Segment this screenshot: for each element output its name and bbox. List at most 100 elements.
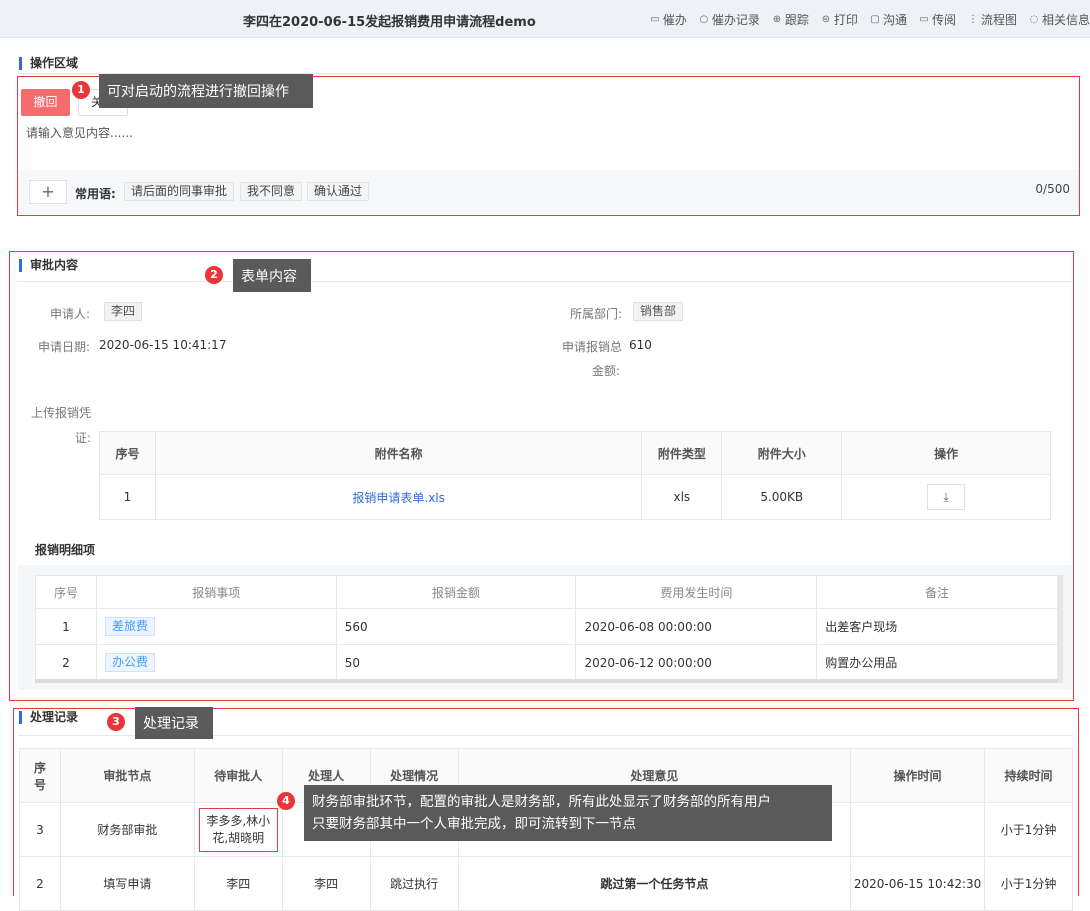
flowchart-label: 流程图 [980,13,1017,27]
pending-approvers-highlight: 李多多,林小 花,胡晓明 [198,807,278,852]
cell-no: 1 [35,608,97,645]
column-header: 附件大小 [721,431,843,475]
column-header: 序号 [35,575,97,609]
details-title: 报销明细项 [35,543,96,557]
flowchart-button[interactable]: ⋮ 流程图 [967,11,1017,28]
callout-3-badge: 3 [107,713,125,731]
divider [18,281,1073,282]
urge-button[interactable]: ▭ 催办 [649,11,687,28]
opinion-input[interactable]: 请输入意见内容...... [26,124,133,141]
printer-icon: ⊜ [821,14,831,25]
phrase-chip[interactable]: 请后面的同事审批 [124,182,235,201]
cell-status: 跳过执行 [369,856,459,911]
chat-icon: ▢ [870,14,880,25]
cell-pending: 李四 [193,856,283,911]
scrollbar[interactable] [1058,575,1063,683]
download-icon: ⤓ [943,490,949,504]
search-icon: ○ [699,14,709,25]
column-header: 审批节点 [59,748,195,803]
callout-1: 可对启动的流程进行撤回操作 [99,74,313,108]
callout-4-line-2: 只要财务部其中一个人审批完成，即可流转到下一节点 [312,816,636,832]
callout-2-badge: 2 [205,266,223,284]
column-header: 持续时间 [984,748,1073,803]
table-row: 1 差旅费 560 2020-06-08 00:00:00 出差客户现场 [35,608,1058,645]
cell-no: 1 [99,474,156,520]
recall-button[interactable]: 撤回 [21,89,70,116]
table-row: 1 报销申请表单.xls xls 5.00KB ⤓ [99,474,1051,520]
upload-label-1: 上传报销凭 [30,406,91,420]
cell-item: 办公费 [95,644,337,681]
phrase-chip[interactable]: 确认通过 [307,182,370,201]
date-value: 2020-06-15 10:41:17 [99,338,227,352]
cell-amount: 560 [335,608,577,645]
header-no-1: 序 [33,760,46,775]
urge-record-button[interactable]: ○ 催办记录 [698,11,760,28]
cell-pending: 李多多,林小 花,胡晓明 [193,802,283,857]
callout-4-badge: 4 [277,792,295,810]
callout-4-line-1: 财务部审批环节，配置的审批人是财务部，所有此处显示了财务部的所有用户 [312,794,771,810]
download-button[interactable]: ⤓ [927,484,966,510]
column-header: 费用发生时间 [575,575,818,609]
circulate-label: 传阅 [931,13,956,27]
callout-1-badge: 1 [72,81,90,99]
cell-handler: 李四 [281,856,371,911]
circulate-button[interactable]: ▭ 传阅 [918,11,956,28]
date-label: 申请日期: [37,340,90,354]
cell-no: 2 [19,856,61,911]
cell-node: 填写申请 [59,856,195,911]
attachments-table: 序号 附件名称 附件类型 附件大小 操作 1 报销申请表单.xls xls 5.… [99,431,1051,520]
common-phrases-label: 常用语: [75,187,116,201]
cell-time: 2020-06-12 00:00:00 [575,644,818,681]
communicate-label: 沟通 [882,13,907,27]
target-icon: ⊕ [772,14,782,25]
column-header: 报销事项 [95,575,337,609]
cell-no: 2 [35,644,97,681]
approval-section-title: 审批内容 [19,259,78,272]
callout-4: 财务部审批环节，配置的审批人是财务部，所有此处显示了财务部的所有用户 只要财务部… [304,785,832,841]
communicate-button[interactable]: ▢ 沟通 [869,11,907,28]
print-button[interactable]: ⊜ 打印 [820,11,858,28]
expense-type-tag: 办公费 [104,653,155,672]
table-header-row: 序号 附件名称 附件类型 附件大小 操作 [99,431,1051,475]
attachment-link[interactable]: 报销申请表单.xls [154,474,643,520]
phrase-chip[interactable]: 我不同意 [240,182,303,201]
table-header-row: 序号 报销事项 报销金额 费用发生时间 备注 [35,575,1058,609]
add-phrase-button[interactable]: + [29,180,67,204]
total-label-2: 金额: [591,364,620,378]
department-value: 销售部 [633,302,684,321]
cell-opinion: 跳过第一个任务节点 [457,856,852,911]
print-label: 打印 [833,13,858,27]
cell-duration: 小于1分钟 [984,802,1073,857]
cell-time [850,802,986,857]
records-section-title: 处理记录 [19,711,78,724]
cell-time: 2020-06-08 00:00:00 [575,608,818,645]
cell-note: 购置办公用品 [816,644,1058,681]
urge-label: 催办 [662,13,687,27]
cell-note: 出差客户现场 [816,608,1058,645]
horizontal-scrollbar[interactable] [35,679,1058,683]
details-table: 序号 报销事项 报销金额 费用发生时间 备注 1 差旅费 560 2020-06… [35,575,1058,681]
related-info-button[interactable]: ◌ 相关信息 [1028,11,1090,28]
folder-icon: ▭ [919,14,929,25]
total-label-1: 申请报销总 [561,340,622,354]
column-header: 操作时间 [850,748,986,803]
related-info-label: 相关信息 [1041,13,1090,27]
total-value: 610 [629,338,652,352]
message-icon: ◌ [1029,14,1039,25]
operation-section-title: 操作区域 [19,57,78,70]
cell-no: 3 [19,802,61,857]
callout-3: 处理记录 [135,707,213,739]
cell-time: 2020-06-15 10:42:30 [850,856,986,911]
header-actions: ▭ 催办 ○ 催办记录 ⊕ 跟踪 ⊜ 打印 ▢ 沟通 ▭ 传阅 ⋮ 流程图 ◌ 相关信息 [649,11,1090,28]
column-header: 操作 [841,431,1051,475]
department-label: 所属部门: [569,307,622,321]
track-button[interactable]: ⊕ 跟踪 [771,11,809,28]
character-counter: 0/500 [1035,182,1070,196]
cell-item: 差旅费 [95,608,337,645]
column-header: 序号 [19,748,61,803]
pending-line-1: 李多多,林小 [206,813,271,828]
page-title: 李四在2020-06-15发起报销费用申请流程demo [243,15,536,30]
urge-record-label: 催办记录 [711,13,760,27]
flowchart-icon: ⋮ [967,14,978,25]
column-header: 序号 [99,431,156,475]
